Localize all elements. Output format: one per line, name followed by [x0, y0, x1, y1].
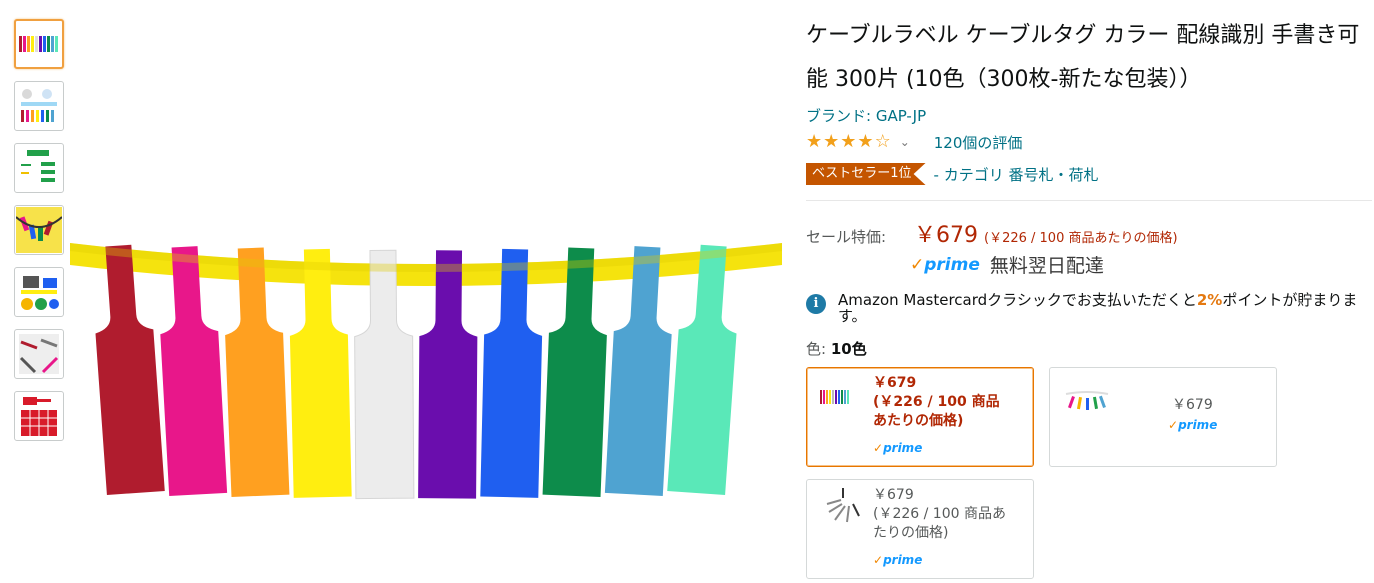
cable-tag [667, 244, 737, 496]
star-full-icon: ★ [840, 131, 857, 152]
prime-logo-icon: ✓prime [873, 553, 923, 567]
color-selection-label: 色: 10色 [806, 340, 867, 358]
category-link[interactable]: - カテゴリ 番号札・荷札 [934, 164, 1099, 185]
thumbnail-infographic[interactable] [14, 81, 64, 131]
swatch-unit-price-line1: (￥226 / 100 商品 [873, 394, 1000, 410]
thumbnail-usage[interactable] [14, 329, 64, 379]
thumbnail-printer[interactable] [14, 267, 64, 317]
prime-logo-icon: ✓prime [910, 254, 980, 275]
color-swatch-variant-2[interactable]: ￥679 ✓prime [1049, 367, 1277, 467]
cable-tag [480, 248, 543, 498]
shipping-text: 無料翌日配達 [989, 255, 1104, 277]
cable-tag [160, 246, 228, 497]
swatch-unit-price-line2: たりの価格) [873, 525, 949, 541]
color-tags-thumbnail-icon [19, 36, 58, 52]
prime-logo-icon: ✓prime [1168, 418, 1218, 432]
card-offer-text[interactable]: Amazon Mastercardクラシックでお支払いただくと2%ポイントが貯ま… [838, 292, 1366, 324]
cable-tag [604, 246, 672, 497]
bestseller-badge[interactable]: ベストセラー1位 [806, 163, 926, 185]
swatch-price: ￥679 [873, 487, 914, 503]
swatch-unit-price-line2: あたりの価格) [873, 413, 964, 429]
swatch-price: ￥679 [1172, 397, 1213, 413]
cable-tags-product-image [70, 243, 782, 500]
cable-tag [289, 248, 352, 498]
rating-count-link[interactable]: 120個の評価 [934, 132, 1023, 153]
bestseller-row: ベストセラー1位 - カテゴリ 番号札・荷札 [806, 162, 1366, 186]
swatch-price: ￥679 [873, 375, 917, 391]
infographic-thumbnail-icon [21, 89, 57, 122]
product-title: ケーブルラベル ケーブルタグ カラー 配線識別 手書き可能 300片 (10色（… [806, 23, 1360, 92]
thumbnail-tags-row[interactable] [14, 19, 64, 69]
divider [806, 200, 1372, 201]
star-full-icon: ★ [806, 131, 823, 152]
prime-row: ✓prime 無料翌日配達 [910, 251, 1366, 278]
price: ￥679 [914, 223, 978, 248]
rating-row: ★ ★ ★ ★ ☆ ⌄ 120個の評価 [806, 130, 1366, 154]
product-details: ケーブルラベル ケーブルタグ カラー 配線識別 手書き可能 300片 (10色（… [806, 14, 1372, 359]
main-product-image[interactable] [70, 225, 782, 525]
selected-color-value: 10色 [830, 340, 867, 358]
color-swatch-variant-3[interactable]: ￥679 (￥226 / 100 商品あ たりの価格) ✓prime [806, 479, 1034, 579]
cables-thumbnail-icon [16, 207, 62, 253]
prime-logo-icon: ✓prime [873, 441, 923, 455]
chevron-down-icon[interactable]: ⌄ [900, 135, 910, 149]
info-icon: i [806, 294, 826, 314]
card-offer: i Amazon Mastercardクラシックでお支払いただくと2%ポイントが… [806, 292, 1366, 324]
swatch-unit-price-line1: (￥226 / 100 商品あ [873, 506, 1006, 522]
cable-tag [354, 249, 415, 500]
star-full-icon: ★ [823, 131, 840, 152]
cable-tag [95, 244, 165, 496]
color-swatch-10-colors[interactable]: ￥679 (￥226 / 100 商品 あたりの価格) ✓prime [806, 367, 1034, 467]
thumbnail-size-diagram[interactable] [14, 143, 64, 193]
brand-link[interactable]: ブランド: GAP-JP [806, 106, 1366, 126]
size-diagram-thumbnail-icon [21, 150, 55, 182]
thumbnail-strip [14, 19, 70, 453]
hanging-tags-swatch-icon [1065, 391, 1109, 410]
star-full-icon: ★ [857, 131, 874, 152]
sheet-thumbnail-icon [21, 397, 57, 436]
price-label: セール特価: [806, 228, 887, 246]
cable-tag [542, 247, 607, 497]
cable-tag [225, 247, 290, 497]
star-empty-icon: ☆ [874, 131, 891, 152]
printer-thumbnail-icon [21, 276, 59, 310]
thumbnail-cables[interactable] [14, 205, 64, 255]
white-tags-swatch-icon [826, 488, 860, 523]
usage-thumbnail-icon [19, 334, 59, 374]
star-rating[interactable]: ★ ★ ★ ★ ☆ [806, 132, 892, 152]
color-tags-swatch-icon [820, 390, 849, 404]
thumbnail-sheet[interactable] [14, 391, 64, 441]
cable-tag [418, 250, 478, 499]
price-row: セール特価: ￥679 (￥226 / 100 商品あたりの価格) [806, 217, 1366, 249]
unit-price: (￥226 / 100 商品あたりの価格) [984, 231, 1178, 246]
